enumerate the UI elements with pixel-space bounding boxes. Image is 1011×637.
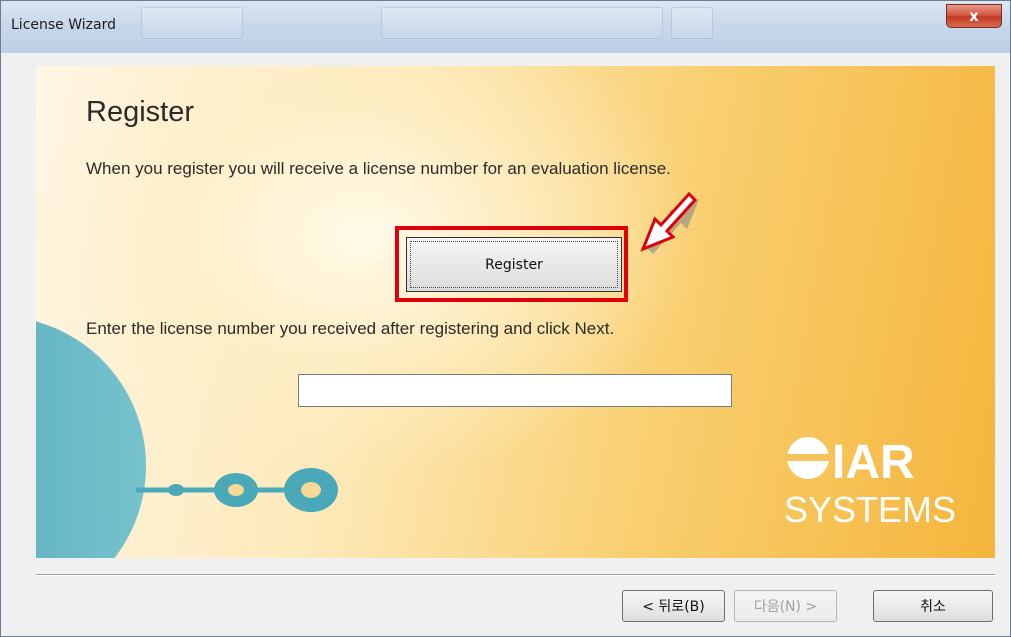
footer-separator: [36, 574, 995, 576]
cancel-button[interactable]: 취소: [873, 590, 993, 622]
license-number-input[interactable]: [298, 374, 732, 407]
license-wizard-window: License Wizard x Register When you regis…: [0, 0, 1011, 637]
background-window-ghost: [671, 7, 713, 39]
logo-subtitle: SYSTEMS: [784, 489, 956, 530]
title-bar[interactable]: License Wizard x: [1, 1, 1010, 53]
background-window-ghost: [381, 7, 663, 39]
back-button[interactable]: < 뒤로(B): [622, 590, 725, 622]
wizard-banner: Register When you register you will rece…: [36, 66, 995, 558]
pointer-arrow-icon: [640, 191, 699, 254]
iar-systems-logo: IAR SYSTEMS: [784, 436, 956, 530]
intro-text: When you register you will receive a lic…: [86, 159, 671, 178]
instruction-text: Enter the license number you received af…: [86, 319, 615, 338]
close-icon: x: [969, 7, 979, 25]
register-button[interactable]: Register: [406, 237, 622, 292]
logo-wordmark: IAR: [832, 436, 915, 489]
window-title: License Wizard: [11, 17, 116, 33]
page-heading: Register: [86, 96, 194, 128]
next-button[interactable]: 다음(N) >: [734, 590, 837, 622]
background-window-ghost: [141, 7, 243, 39]
close-button[interactable]: x: [946, 4, 1002, 28]
